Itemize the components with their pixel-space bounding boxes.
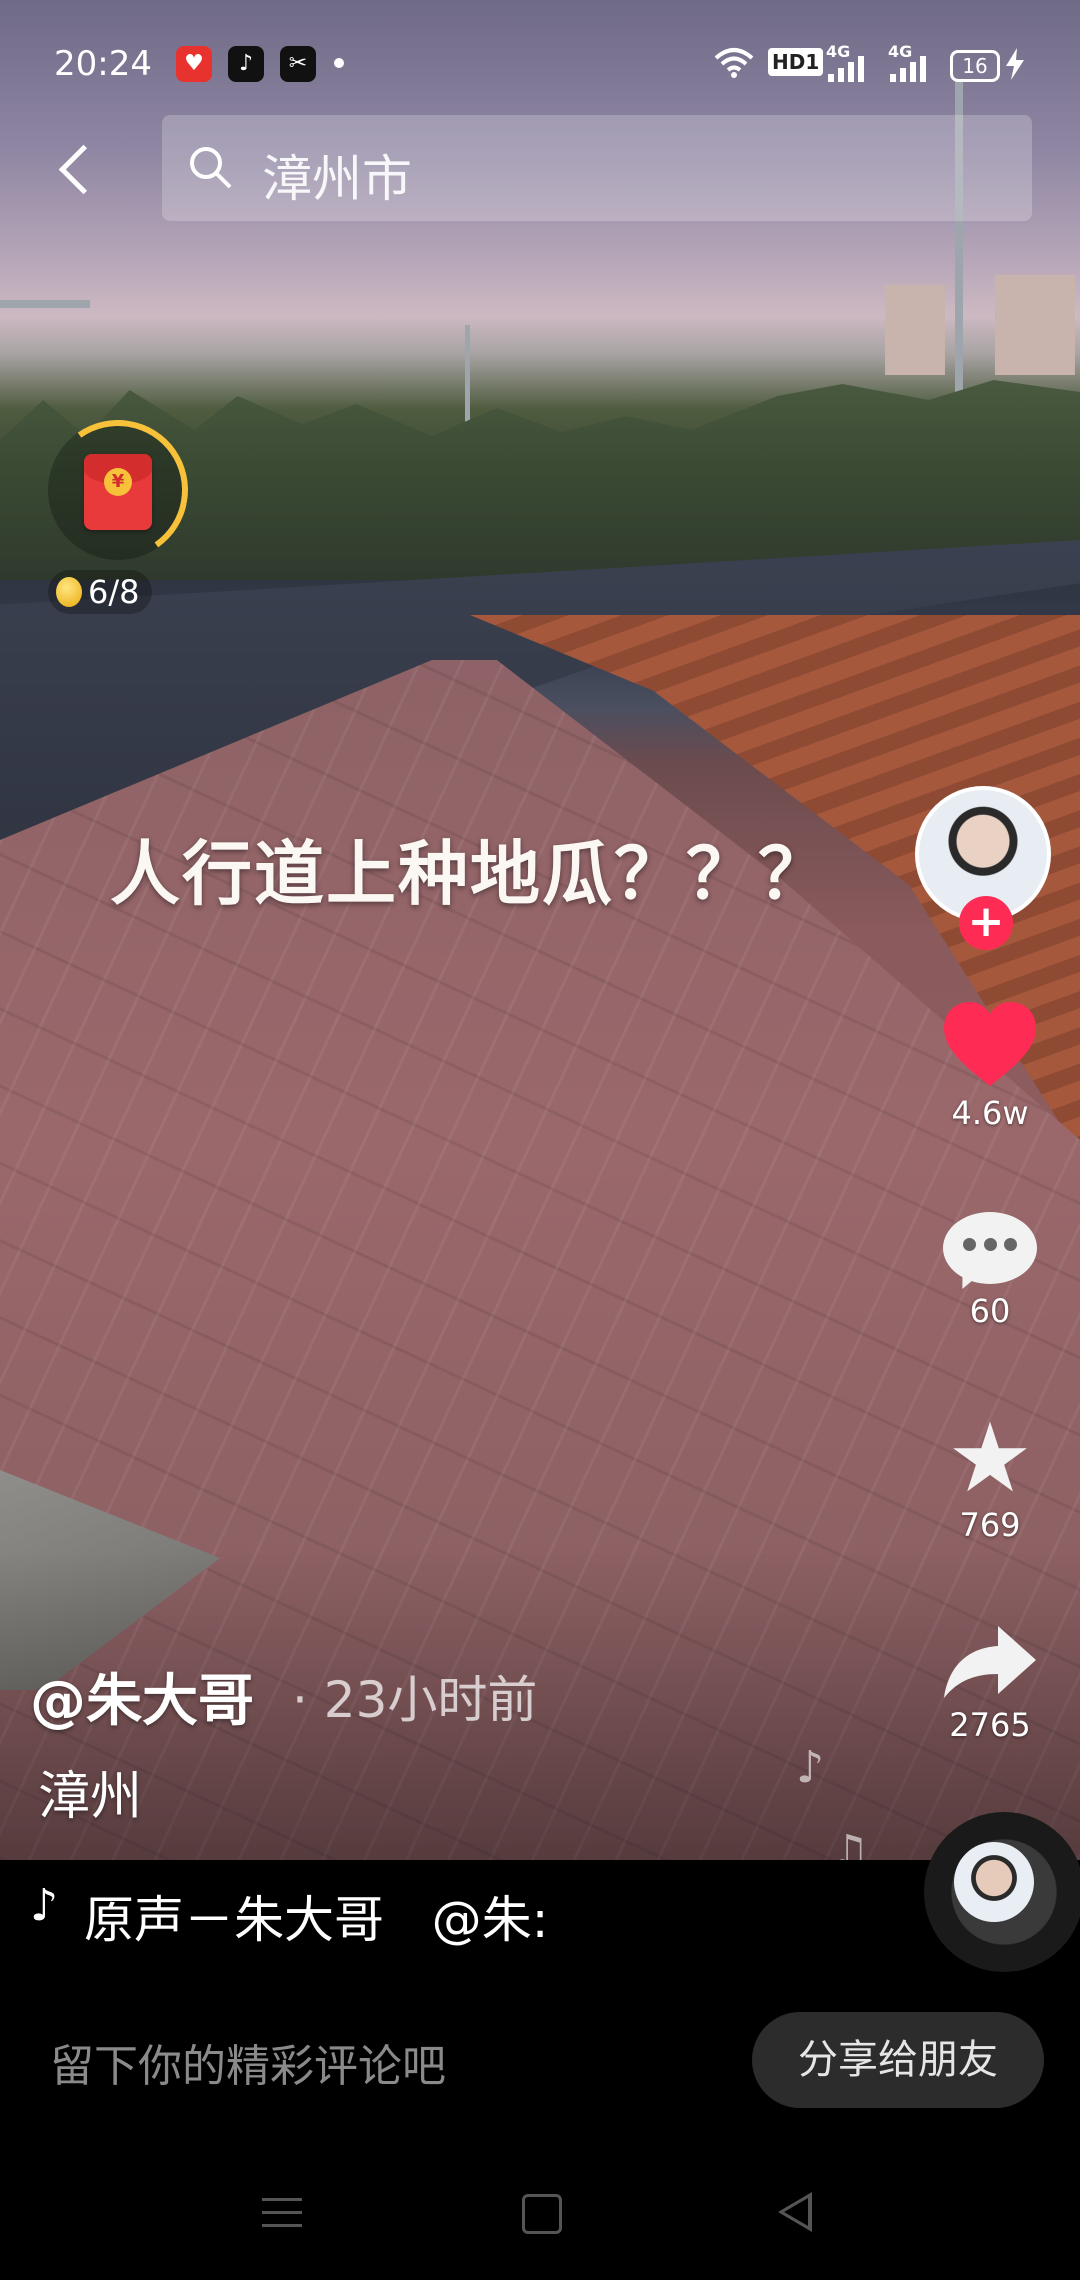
search-text: 漳州市 bbox=[262, 150, 412, 208]
capcut-icon: ✂ bbox=[280, 46, 316, 82]
building bbox=[995, 275, 1075, 375]
author-avatar-group[interactable]: + bbox=[915, 786, 1059, 950]
charging-icon bbox=[1006, 48, 1024, 80]
more-notifications-dot bbox=[334, 58, 344, 68]
wifi-icon bbox=[714, 48, 754, 78]
comment-button[interactable]: 60 bbox=[930, 1212, 1050, 1330]
share-count: 2765 bbox=[949, 1706, 1031, 1744]
music-bar[interactable]: ♪ 原声－朱大哥 @朱: bbox=[0, 1860, 1080, 1980]
nav-menu-button[interactable] bbox=[262, 2198, 302, 2228]
share-button[interactable]: 2765 bbox=[930, 1622, 1050, 1744]
video-description[interactable]: 漳州 bbox=[38, 1754, 142, 1829]
packet-count: 6/8 bbox=[88, 573, 140, 611]
comment-input[interactable]: 留下你的精彩评论吧 bbox=[50, 2030, 446, 2094]
nav-back-button[interactable] bbox=[778, 2192, 812, 2232]
search-icon bbox=[190, 147, 232, 189]
packet-progress: 6/8 bbox=[48, 570, 152, 614]
signal-icon bbox=[828, 56, 864, 82]
hd-badge: HD1 bbox=[768, 48, 824, 76]
tiktok-note-icon: ♪ bbox=[30, 1880, 59, 1931]
signal-icon bbox=[890, 56, 926, 82]
comment-count: 60 bbox=[969, 1292, 1011, 1330]
share-arrow-icon bbox=[944, 1626, 1036, 1698]
search-bar[interactable]: 漳州市 bbox=[162, 115, 1032, 221]
status-time: 20:24 bbox=[54, 44, 152, 84]
comment-icon bbox=[943, 1212, 1037, 1294]
music-note-icon: ♪ bbox=[796, 1742, 825, 1793]
battery-indicator: 16 bbox=[950, 50, 1000, 82]
like-count: 4.6w bbox=[951, 1094, 1029, 1132]
heart-icon bbox=[944, 1002, 1036, 1086]
gold-coin-icon bbox=[56, 577, 82, 607]
nav-home-button[interactable] bbox=[522, 2194, 562, 2234]
like-button[interactable]: 4.6w bbox=[930, 1000, 1050, 1132]
music-disc[interactable] bbox=[924, 1812, 1080, 1972]
post-time: · 23小时前 bbox=[292, 1671, 538, 1729]
video-overlay-caption: 人行道上种地瓜？？？ bbox=[110, 832, 830, 915]
back-button[interactable] bbox=[52, 138, 102, 198]
coin-seal: ¥ bbox=[104, 468, 132, 496]
red-packet-icon: ¥ bbox=[84, 454, 152, 530]
music-title: 原声－朱大哥 @朱: bbox=[84, 1891, 549, 1949]
author-name[interactable]: @朱大哥 bbox=[30, 1656, 254, 1737]
red-packet-widget[interactable]: ¥ 6/8 bbox=[36, 408, 200, 620]
disc-avatar bbox=[954, 1842, 1034, 1922]
status-bar: 20:24 ♥ ♪ ✂ HD1 4G 4G 16 bbox=[0, 0, 1080, 130]
star-icon: ★ bbox=[946, 1402, 1034, 1514]
heart-app-icon: ♥ bbox=[176, 46, 212, 82]
share-to-friends-button[interactable]: 分享给朋友 bbox=[752, 2012, 1044, 2108]
favorite-button[interactable]: ★ 769 bbox=[930, 1410, 1050, 1544]
building bbox=[885, 285, 945, 375]
follow-button[interactable]: + bbox=[959, 896, 1013, 950]
street-pole bbox=[0, 300, 90, 308]
tiktok-icon: ♪ bbox=[228, 46, 264, 82]
